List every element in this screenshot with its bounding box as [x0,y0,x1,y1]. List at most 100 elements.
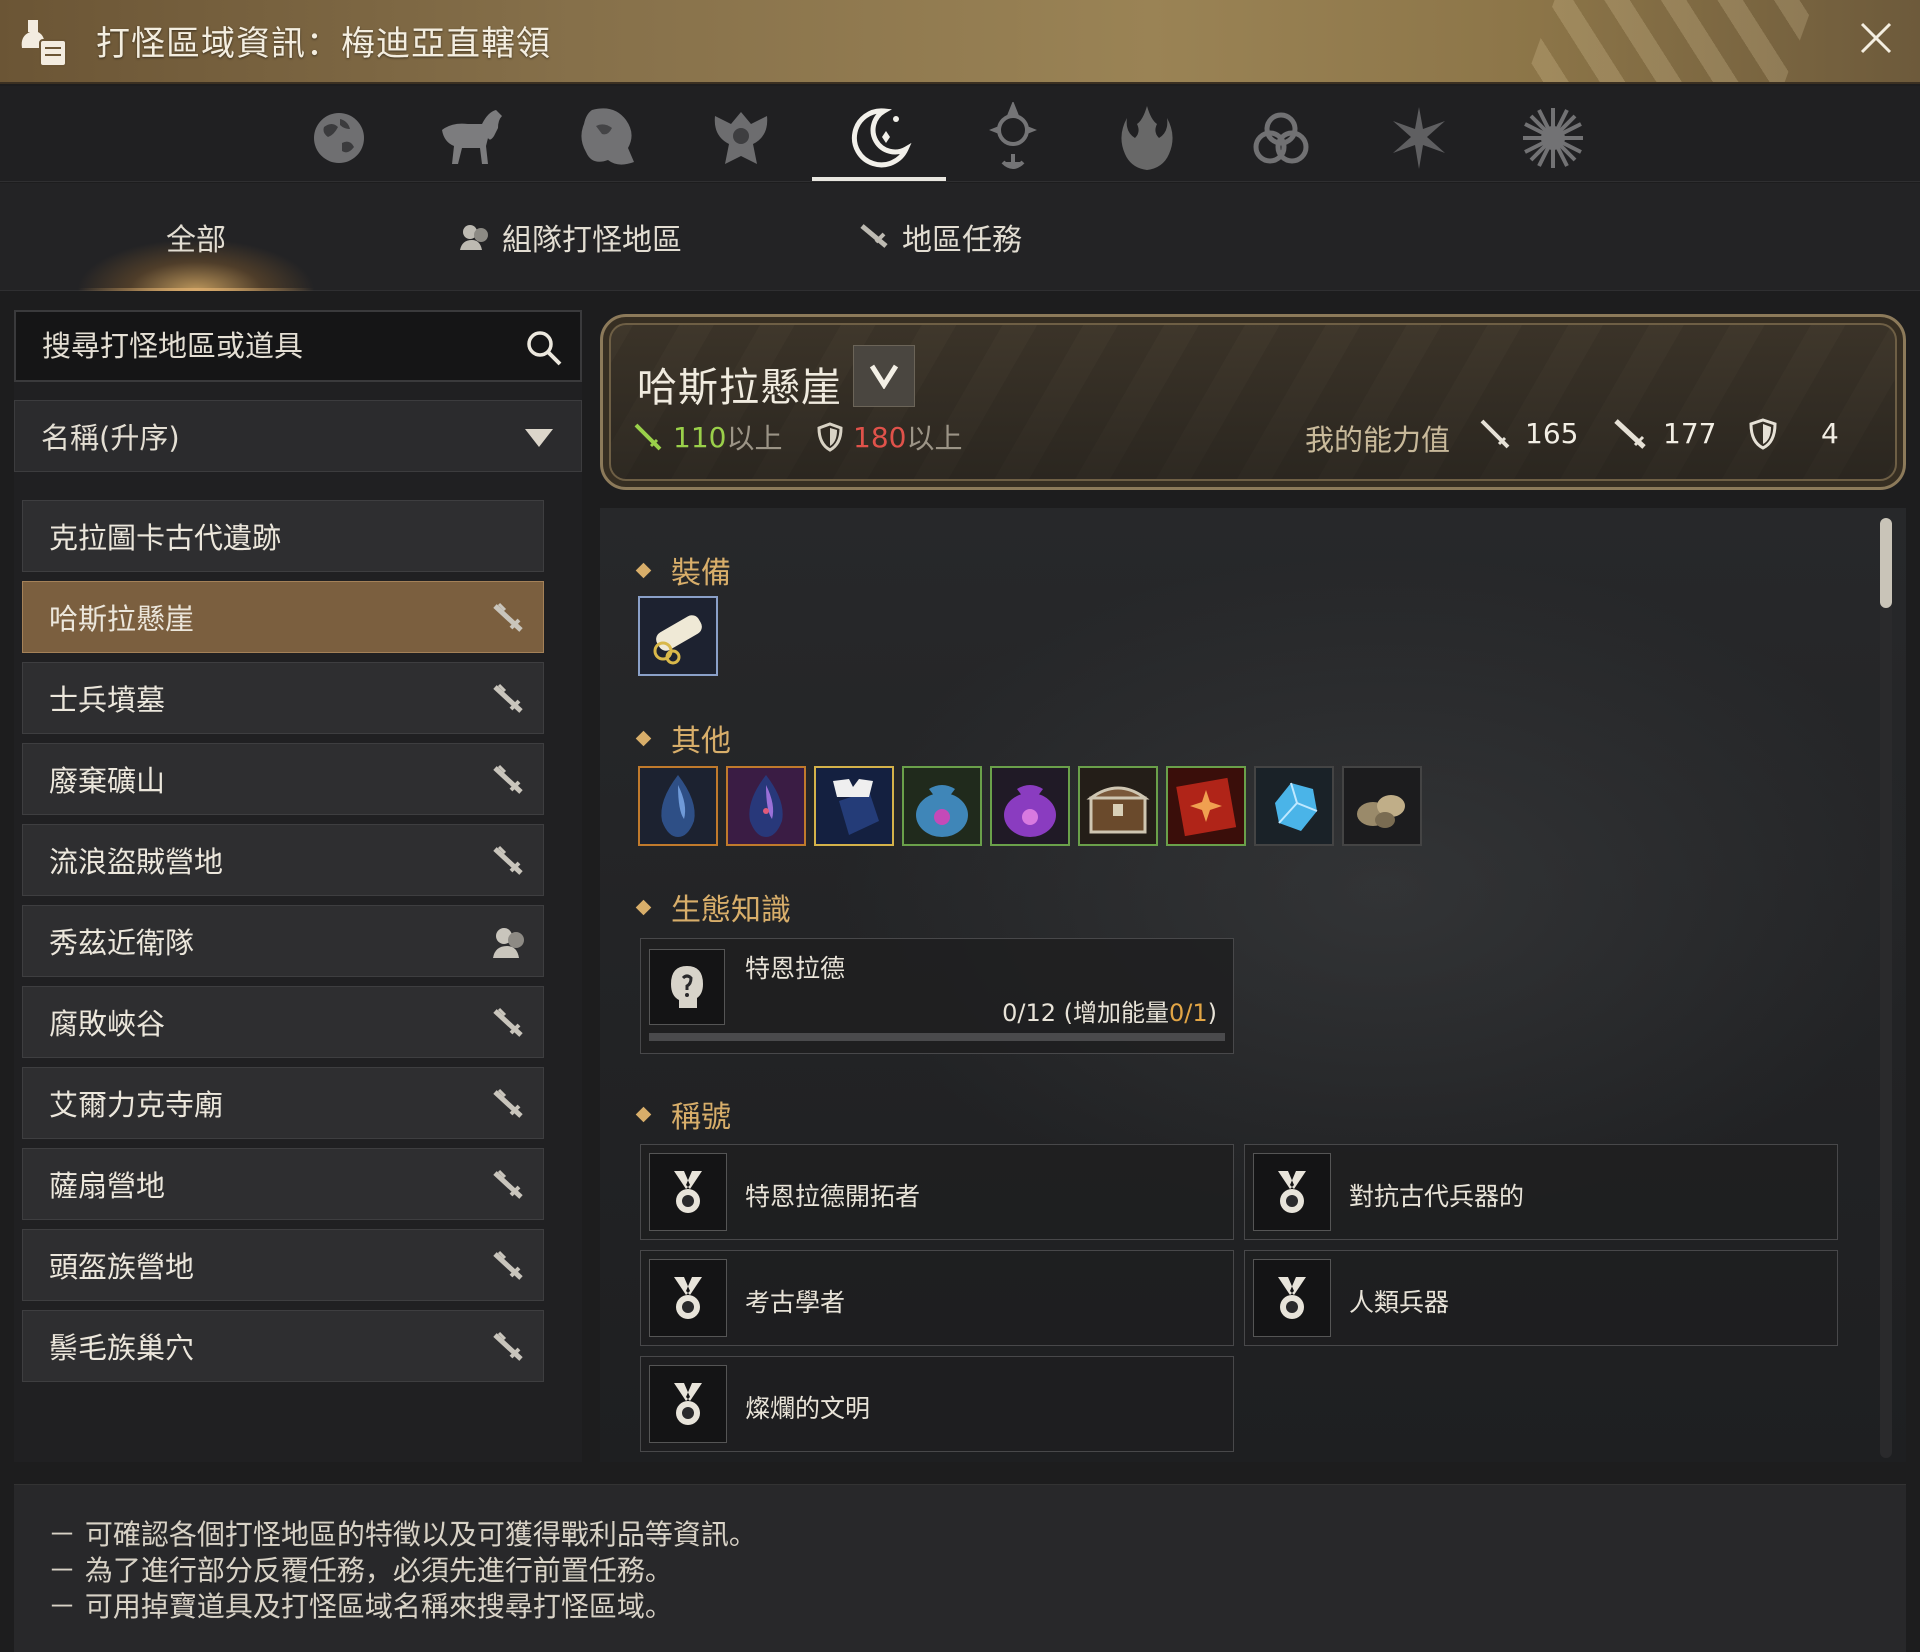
compass-sigil-icon[interactable] [946,96,1080,180]
sword-icon [491,843,527,879]
zone-list-item-label: 艾爾力克寺廟 [49,1088,224,1122]
ore-icon[interactable] [1342,766,1422,846]
horse-icon[interactable] [406,96,540,180]
dp-requirement-suffix: 以上 [906,422,963,455]
shield-icon [1749,417,1777,450]
lore-progress: 0/12 (增加能量0/1) [1002,993,1217,1028]
title-card[interactable]: 特恩拉德開拓者 [640,1144,1234,1240]
window-title: 打怪區域資訊：梅迪亞直轄領 [96,24,551,64]
zone-info-header: 哈斯拉懸崖 110 以上 180 以上 我的能力值 165 177 4 [600,314,1906,490]
other-items [638,766,1430,846]
medal-icon [1253,1153,1331,1231]
zone-list-item[interactable]: 秀茲近衛隊 [22,905,544,977]
sort-selected-value: 名稱(升序) [41,421,180,455]
help-line-1: － 可確認各個打怪地區的特徵以及可獲得戰利品等資訊。 [48,1518,757,1551]
close-icon[interactable] [1854,16,1898,60]
triquetra-icon[interactable] [1214,96,1348,180]
title-card-label: 燦爛的文明 [745,1394,871,1423]
flame-crest-icon[interactable] [1080,96,1214,180]
sword-icon [858,222,892,252]
awakening-sword-icon [1613,418,1649,450]
red-book-icon[interactable] [1166,766,1246,846]
zone-dropdown-button[interactable] [853,345,915,407]
lore-card[interactable]: 特恩拉德 0/12 (增加能量0/1) [640,938,1234,1054]
zone-list-item[interactable]: 薩扇營地 [22,1148,544,1220]
star-burst-icon[interactable] [1352,96,1486,180]
tab-zone-quests[interactable]: 地區任務 [850,183,1030,291]
lore-energy-value: 0/1 [1169,999,1208,1027]
diamond-bullet-icon [635,1106,652,1122]
title-card[interactable]: 對抗古代兵器的 [1244,1144,1838,1240]
sword-icon [491,1248,527,1284]
globe-icon[interactable] [272,96,406,180]
ap-requirement-suffix: 以上 [726,422,783,455]
zone-list-item[interactable]: 哈斯拉懸崖 [22,581,544,653]
zone-list-item[interactable]: 鬃毛族巢穴 [22,1310,544,1382]
zone-list-item[interactable]: 流浪盜賊營地 [22,824,544,896]
zone-list-item[interactable]: 士兵墳墓 [22,662,544,734]
title-bar: 打怪區域資訊：梅迪亞直轄領 [0,0,1920,84]
scrollbar-thumb[interactable] [1880,518,1892,608]
zone-list-item-label: 哈斯拉懸崖 [49,602,195,636]
sun-burst-icon[interactable] [1486,96,1620,180]
blue-crystal-icon[interactable] [638,766,718,846]
my-ap-stat: 165 [1479,417,1578,450]
blue-gem-icon[interactable] [1254,766,1334,846]
scroll-item-icon[interactable] [638,596,718,676]
diamond-bullet-icon [635,730,652,746]
crescent-moon-icon[interactable] [812,96,946,181]
tab-all[interactable]: 全部 [48,183,344,291]
title-card[interactable]: 燦爛的文明 [640,1356,1234,1452]
zone-list-item-label: 流浪盜賊營地 [49,845,224,879]
lion-icon[interactable] [540,96,674,180]
medal-icon [649,1153,727,1231]
scroll-quill-icon [21,20,67,67]
purple-crystal-icon[interactable] [726,766,806,846]
my-awakening-ap-value: 177 [1663,417,1717,450]
tab-party-zones[interactable]: 組隊打怪地區 [440,183,700,291]
search-input[interactable] [16,329,496,363]
zone-list-item-label: 腐敗峽谷 [49,1007,166,1041]
medal-icon [649,1259,727,1337]
sword-icon [491,600,527,636]
dp-requirement: 180 以上 [817,417,962,457]
purple-pouch-icon[interactable] [990,766,1070,846]
diamond-bullet-icon [635,899,652,915]
sword-icon [633,422,663,452]
section-lore: 生態知識 [635,885,791,929]
sword-icon [491,1005,527,1041]
section-equipment-label: 裝備 [671,556,731,591]
tab-quest-label: 地區任務 [902,223,1022,258]
zone-list-item[interactable]: 克拉圖卡古代遺跡 [22,500,544,572]
section-equipment: 裝備 [635,548,731,592]
sword-icon [491,762,527,798]
tab-party-label: 組隊打怪地區 [502,223,682,258]
sub-tab-bar: 全部 組隊打怪地區 地區任務 [0,183,1920,291]
zone-list: 克拉圖卡古代遺跡哈斯拉懸崖士兵墳墓廢棄礦山流浪盜賊營地秀茲近衛隊腐敗峽谷艾爾力克… [22,500,546,1391]
zone-title: 哈斯拉懸崖 [637,365,842,411]
zone-list-panel: 名稱(升序) 克拉圖卡古代遺跡哈斯拉懸崖士兵墳墓廢棄礦山流浪盜賊營地秀茲近衛隊腐… [14,310,582,1462]
ap-requirement-value: 110 [673,420,727,454]
chevron-down-icon [525,429,553,447]
zone-list-item[interactable]: 頭盔族營地 [22,1229,544,1301]
title-card[interactable]: 考古學者 [640,1250,1234,1346]
head-profile-icon [649,949,725,1025]
title-card-label: 特恩拉德開拓者 [745,1182,921,1211]
section-other: 其他 [635,716,731,760]
zone-list-item[interactable]: 艾爾力克寺廟 [22,1067,544,1139]
blue-pouch-icon[interactable] [902,766,982,846]
search-icon[interactable] [524,328,564,368]
zone-list-item-label: 薩扇營地 [49,1169,166,1203]
zone-list-item[interactable]: 廢棄礦山 [22,743,544,815]
scrollbar-track[interactable] [1880,518,1892,1458]
my-dp-stat: 4 [1749,417,1839,450]
armor-stone-icon[interactable] [814,766,894,846]
treasure-chest-icon[interactable] [1078,766,1158,846]
lore-progress-bar [649,1033,1225,1041]
zone-list-item[interactable]: 腐敗峽谷 [22,986,544,1058]
sword-icon [491,1086,527,1122]
winged-crest-icon[interactable] [674,96,808,180]
my-dp-value: 4 [1821,417,1839,450]
sort-dropdown[interactable]: 名稱(升序) [14,400,582,472]
title-card[interactable]: 人類兵器 [1244,1250,1838,1346]
